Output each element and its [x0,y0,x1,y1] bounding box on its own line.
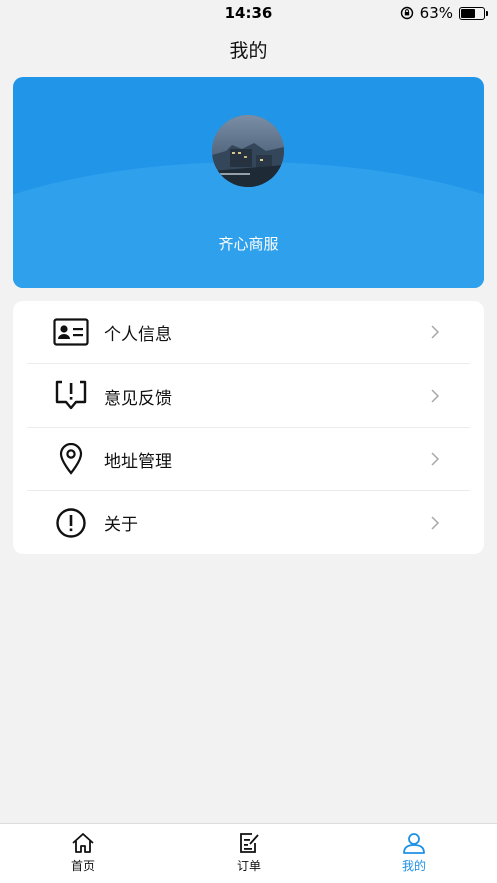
menu-item-label: 关于 [104,515,138,535]
chevron-right-icon [431,515,440,530]
chevron-right-icon [431,452,440,466]
tab-label: 订单 [236,859,261,873]
id-card-icon [53,314,89,350]
rotation-lock-icon [400,6,413,20]
menu-item-address[interactable]: 地址管理 [27,428,470,491]
status-bar: 14:36 63% [0,0,497,26]
menu-item-label: 地址管理 [104,451,172,472]
tab-orders[interactable]: 订单 [209,832,289,874]
tab-home[interactable]: 首页 [43,832,123,874]
battery-fill [461,8,475,18]
tab-bar: 首页 订单 我的 [0,823,497,883]
battery-icon [459,6,488,20]
page-title: 我的 [229,40,268,62]
chevron-right-icon [431,325,440,339]
home-icon [72,833,94,853]
order-icon [240,833,259,853]
info-circle-icon [53,505,89,541]
tab-label: 首页 [70,859,95,873]
chevron-right-icon [431,389,440,403]
menu-item-about[interactable]: 关于 [27,491,470,554]
tab-label: 我的 [401,859,426,873]
menu-list: 个人信息 意见反馈 地址管理 关于 [13,301,484,554]
tab-mine[interactable]: 我的 [374,832,454,874]
battery-percent: 63% [419,4,453,22]
menu-item-label: 个人信息 [104,324,172,345]
user-icon [403,833,425,854]
profile-card: 齐心商服 [13,77,484,288]
avatar[interactable] [212,115,284,187]
avatar-image [212,115,284,187]
menu-item-personal-info[interactable]: 个人信息 [27,301,470,364]
profile-name: 齐心商服 [218,235,279,253]
feedback-icon [53,378,89,414]
location-pin-icon [53,441,89,477]
menu-item-label: 意见反馈 [104,388,172,409]
status-indicators: 63% [400,4,488,22]
menu-item-feedback[interactable]: 意见反馈 [27,365,470,428]
